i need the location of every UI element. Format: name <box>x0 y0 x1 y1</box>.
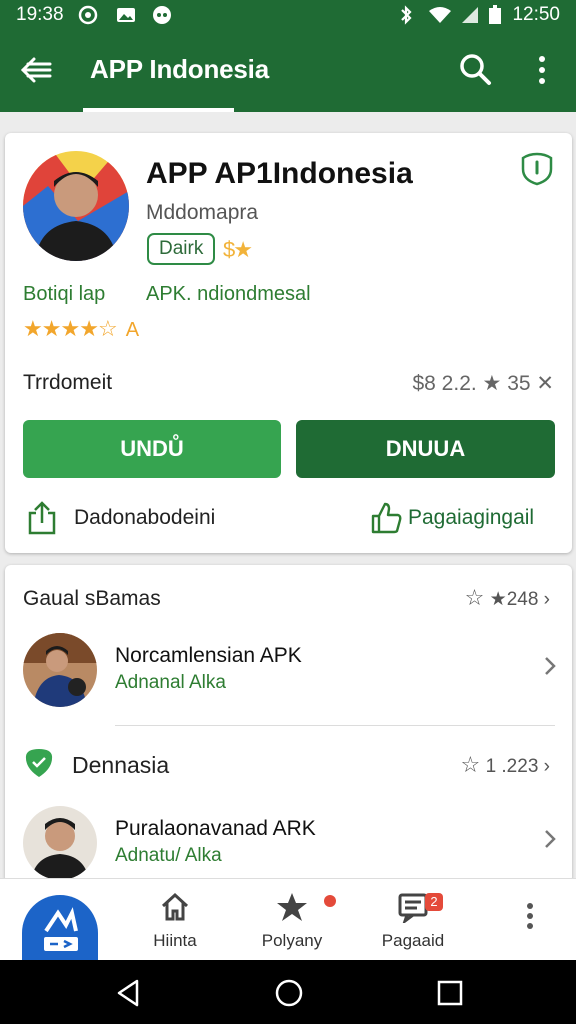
status-time-left: 19:38 <box>16 4 64 25</box>
badge-star-icon: $★ <box>223 237 253 262</box>
content-badge: Dairk <box>147 233 216 265</box>
apk-label: APK. ndiondmesal <box>146 283 311 305</box>
notification-dot <box>324 895 336 907</box>
share-label: Dadonabodeini <box>74 506 216 529</box>
app-name: APP AP1Indonesia <box>146 157 413 190</box>
chevron-right-icon: › <box>543 589 550 610</box>
section-title: Dennasia <box>72 752 170 778</box>
more-options-icon[interactable] <box>532 54 552 86</box>
bluetooth-icon <box>401 5 412 25</box>
nav-pages[interactable]: Pagaaid <box>358 891 468 955</box>
list-item-subtitle: Adnanal Alka <box>115 672 226 693</box>
app-thumbnail <box>23 633 97 707</box>
photo-icon <box>117 8 135 22</box>
back-icon[interactable] <box>113 978 143 1008</box>
notification-badge: 2 <box>425 893 443 911</box>
notification-icon <box>78 5 98 25</box>
page-label: Pagaiagingail <box>408 506 535 529</box>
developer-name[interactable]: Mddomapra <box>146 201 258 225</box>
shield-icon <box>521 152 553 186</box>
star-icon: ★ <box>60 316 80 341</box>
wifi-icon <box>429 7 451 23</box>
active-tab-indicator <box>83 108 234 112</box>
list-item[interactable]: Norcamlensian APK Adnanal Alka <box>5 628 572 708</box>
category-label[interactable]: Botiqi lap <box>23 283 105 306</box>
home-icon <box>161 892 189 921</box>
system-navigation-bar <box>0 960 576 1024</box>
app-bar-title: APP Indonesia <box>90 54 269 84</box>
star-outline-icon: ☆ <box>97 316 118 341</box>
home-circle-icon[interactable] <box>274 978 304 1008</box>
rating-stars: ★★★★☆ A <box>23 316 139 342</box>
page-action[interactable]: Pagaiagingail <box>370 501 560 537</box>
thumbs-up-icon <box>371 502 402 534</box>
downloads-value: $8 2.2. ★ 35 ✕ <box>412 372 554 395</box>
star-outline-icon: ☆ <box>460 752 481 777</box>
more-options-icon[interactable] <box>520 901 540 931</box>
app-thumbnail <box>23 806 97 880</box>
recents-icon[interactable] <box>435 978 465 1008</box>
app-detail-card: APP AP1Indonesia Mddomapra Dairk $★ Boti… <box>5 133 572 553</box>
nav-home-label: Hiinta <box>153 931 197 950</box>
star-half-icon: ★ <box>79 316 99 341</box>
search-icon[interactable] <box>458 52 492 86</box>
app-bar: APP Indonesia <box>0 32 576 112</box>
download-button[interactable]: UNDŮ <box>23 420 281 478</box>
chevron-right-icon <box>545 657 556 675</box>
section-count[interactable]: ☆ ★248 › <box>465 585 550 611</box>
status-bar: 19:38 12:50 <box>0 0 576 32</box>
signal-icon <box>462 7 478 23</box>
chevron-right-icon: › <box>543 756 550 777</box>
downloads-label: Trrdomeit <box>23 371 113 394</box>
share-icon <box>28 501 56 535</box>
star-icon: ★ <box>41 316 62 341</box>
list-item-title: Norcamlensian APK <box>115 644 302 667</box>
back-arrow-icon[interactable] <box>20 56 52 84</box>
section-count[interactable]: ☆ 1 .223 › <box>461 752 550 778</box>
battery-icon <box>489 5 501 24</box>
app-icon <box>23 151 129 261</box>
rating-suffix: A <box>125 319 139 341</box>
game-icon <box>153 6 171 24</box>
star-outline-icon: ☆ <box>464 585 485 610</box>
related-apps-card: Gaual sBamas ☆ ★248 › Norcamlensian APK … <box>5 565 572 883</box>
star-icon <box>277 893 307 921</box>
list-item-title: Puralaonavanad ARK <box>115 817 316 840</box>
chevron-right-icon <box>545 830 556 848</box>
list-item[interactable]: Puralaonavanad ARK Adnatu/ Alka <box>5 801 572 881</box>
divider <box>115 725 555 726</box>
secondary-button[interactable]: DNUUA <box>296 420 555 478</box>
list-item-subtitle: Adnatu/ Alka <box>115 845 222 866</box>
nav-popular-label: Polyany <box>261 931 323 950</box>
status-time-right: 12:50 <box>512 4 560 25</box>
section-title: Gaual sBamas <box>23 587 161 610</box>
star-icon: ★ <box>23 316 43 341</box>
nav-pages-label: Pagaaid <box>381 931 445 950</box>
leaf-icon <box>25 749 53 777</box>
nav-home[interactable]: Hiinta <box>120 891 230 955</box>
bottom-navigation: Hiinta Polyany Pagaaid 2 <box>0 878 576 971</box>
share-action[interactable]: Dadonabodeini <box>23 501 323 537</box>
